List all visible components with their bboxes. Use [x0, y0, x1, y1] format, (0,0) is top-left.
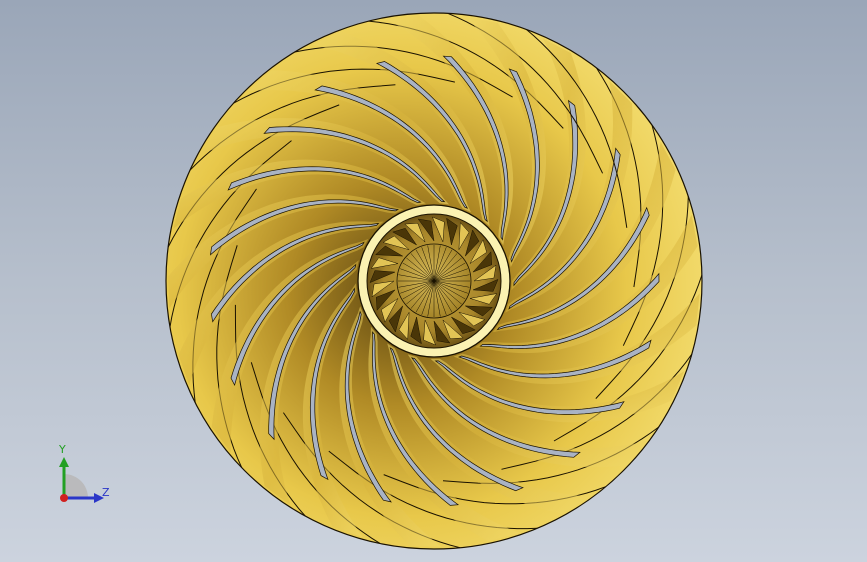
triad-y-label: Y	[59, 443, 66, 456]
triad-z-label: Z	[102, 486, 110, 499]
triad-y-arrow	[59, 457, 69, 467]
impeller-model[interactable]	[0, 0, 867, 562]
orientation-triad[interactable]: Y Z	[44, 440, 124, 510]
triad-axes	[59, 457, 104, 503]
triad-plane-shade	[64, 474, 88, 498]
triad-x-axis-dot	[60, 494, 68, 502]
graphics-viewport[interactable]: Y Z	[0, 0, 867, 562]
